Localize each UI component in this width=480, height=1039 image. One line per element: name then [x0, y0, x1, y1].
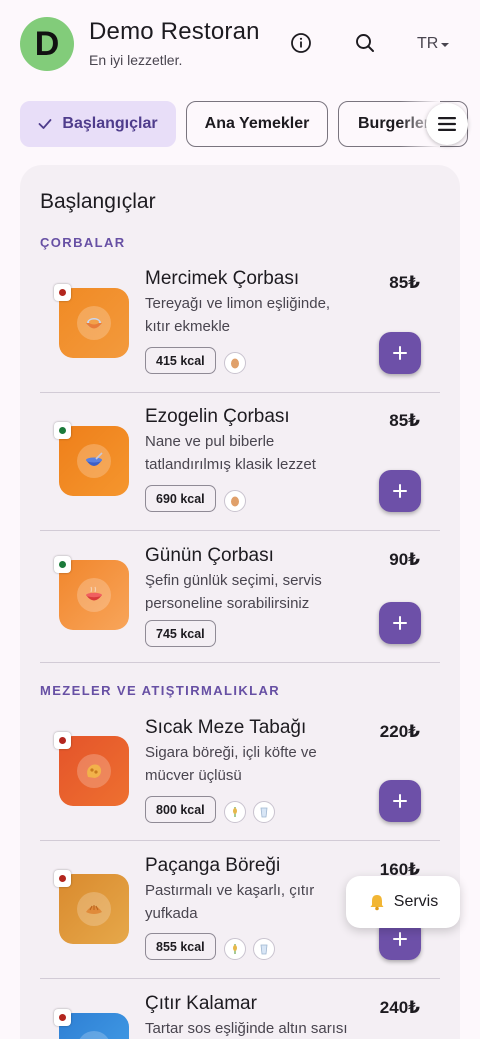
plate-icon — [87, 764, 102, 778]
calorie-badge: 415 kcal — [145, 347, 216, 374]
calorie-badge: 855 kcal — [145, 933, 216, 960]
item-price: 85₺ — [389, 273, 420, 292]
chevron-down-icon — [441, 42, 450, 47]
restaurant-avatar: D — [20, 17, 74, 71]
item-name: Çıtır Kalamar — [145, 993, 257, 1014]
menu-button[interactable] — [426, 103, 468, 145]
bell-icon — [370, 895, 384, 911]
diet-indicator — [54, 732, 71, 749]
diet-indicator — [54, 422, 71, 439]
item-description: Nane ve pul biberle tatlandırılmış klasi… — [145, 433, 316, 473]
egg-icon — [224, 352, 246, 374]
add-to-cart-button[interactable] — [379, 470, 421, 512]
pastry-icon — [86, 905, 102, 914]
calorie-badge: 690 kcal — [145, 485, 216, 512]
chip-label: Ana Yemekler — [204, 115, 310, 132]
chip-ana-yemekler[interactable]: Ana Yemekler — [186, 101, 328, 147]
item-description: Pastırmalı ve kaşarlı, çıtır yufkada — [145, 882, 315, 922]
call-service-label: Servis — [393, 893, 439, 910]
soup-bowl-icon — [86, 586, 102, 601]
item-description: Şefin günlük seçimi, servis personeline … — [145, 572, 322, 612]
diet-indicator — [54, 556, 71, 573]
check-icon — [39, 119, 52, 129]
app-header: D Demo Restoran En iyi lezzetler. TR — [0, 0, 480, 92]
calorie-badge: 745 kcal — [145, 620, 216, 647]
item-description: Sigara böreği, içli köfte ve mücver üçlü… — [145, 744, 317, 784]
section-title: Başlangıçlar — [40, 190, 156, 213]
language-selector[interactable]: TR — [417, 35, 450, 53]
diet-indicator — [54, 284, 71, 301]
item-divider — [40, 662, 440, 663]
menu-item[interactable]: Günün Çorbası Şefin günlük seçimi, servi… — [40, 531, 440, 663]
item-price: 240₺ — [379, 998, 420, 1017]
item-name: Paçanga Böreği — [145, 855, 281, 876]
item-price: 90₺ — [389, 550, 420, 569]
add-to-cart-button[interactable] — [379, 332, 421, 374]
group-title-corbalar: ÇORBALAR — [40, 235, 126, 250]
menu-item[interactable]: Mercimek Çorbası Tereyağı ve limon eşliğ… — [40, 255, 440, 393]
add-to-cart-button[interactable] — [379, 602, 421, 644]
item-name: Günün Çorbası — [145, 545, 274, 566]
info-icon[interactable] — [288, 30, 314, 56]
plus-icon — [393, 346, 407, 360]
plus-icon — [393, 932, 407, 946]
gluten-icon — [224, 938, 246, 960]
milk-icon — [253, 938, 275, 960]
item-description: Tereyağı ve limon eşliğinde, kıtır ekmek… — [145, 295, 331, 335]
bowl-icon — [86, 452, 103, 466]
item-name: Mercimek Çorbası — [145, 268, 300, 289]
search-icon[interactable] — [352, 30, 378, 56]
diet-indicator — [54, 1009, 71, 1026]
item-description: Tartar sos eşliğinde altın sarısı — [145, 1020, 348, 1037]
gluten-icon — [224, 801, 246, 823]
menu-item[interactable]: Ezogelin Çorbası Nane ve pul biberle tat… — [40, 393, 440, 531]
egg-icon — [224, 490, 246, 512]
restaurant-name: Demo Restoran — [89, 18, 260, 45]
language-label: TR — [417, 35, 439, 52]
chip-label: Başlangıçlar — [62, 115, 158, 132]
milk-icon — [253, 801, 275, 823]
diet-indicator — [54, 870, 71, 887]
chip-baslangiclar[interactable]: Başlangıçlar — [20, 101, 176, 147]
plus-icon — [393, 484, 407, 498]
item-price: 220₺ — [379, 722, 420, 741]
bowl-icon — [86, 318, 102, 329]
plus-icon — [393, 616, 407, 630]
item-price: 85₺ — [389, 411, 420, 430]
group-title-mezeler: MEZELER VE ATIŞTIRMALIKLAR — [40, 683, 281, 698]
item-name: Ezogelin Çorbası — [145, 406, 290, 427]
item-name: Sıcak Meze Tabağı — [145, 717, 307, 738]
restaurant-tagline: En iyi lezzetler. — [89, 52, 183, 68]
menu-item[interactable]: Sıcak Meze Tabağı Sigara böreği, içli kö… — [40, 703, 440, 841]
menu-icon — [438, 117, 456, 131]
call-service-button[interactable]: Servis — [346, 876, 460, 928]
calorie-badge: 800 kcal — [145, 796, 216, 823]
plus-icon — [393, 794, 407, 808]
add-to-cart-button[interactable] — [379, 780, 421, 822]
menu-item[interactable]: Çıtır Kalamar Tartar sos eşliğinde altın… — [40, 979, 440, 1039]
